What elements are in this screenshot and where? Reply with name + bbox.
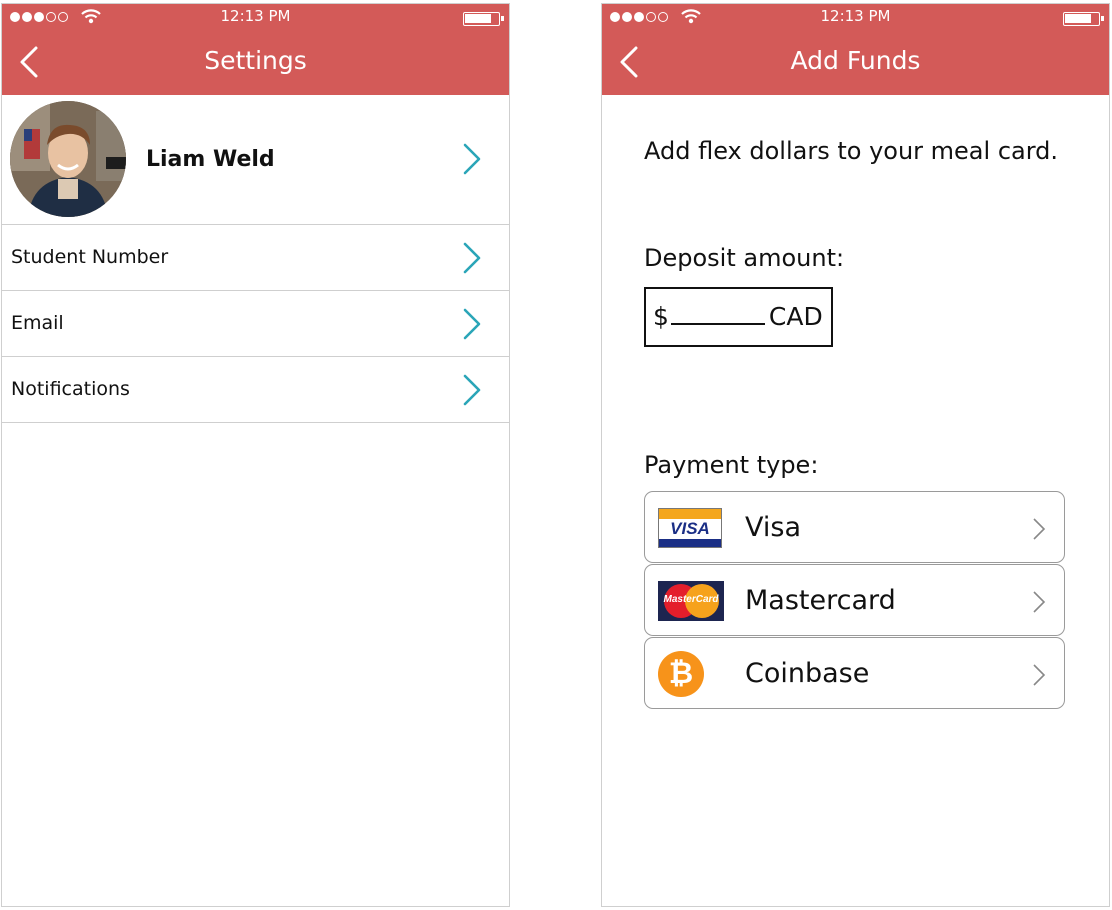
header-bar: 12:13 PM Settings <box>2 4 509 95</box>
payment-type-label: Payment type: <box>644 451 819 479</box>
battery-icon <box>463 12 504 26</box>
battery-icon <box>1063 12 1104 26</box>
payment-option-visa[interactable]: VISA Visa <box>644 491 1065 563</box>
visa-logo-text: VISA <box>670 519 710 538</box>
setting-label: Student Number <box>11 246 169 268</box>
currency-code: CAD <box>768 302 823 331</box>
page-title: Add Funds <box>790 46 921 75</box>
chevron-right-icon <box>1033 664 1046 686</box>
status-bar: 12:13 PM <box>602 4 1109 30</box>
status-time: 12:13 PM <box>220 7 291 25</box>
setting-row-notifications[interactable]: Notifications <box>2 357 509 423</box>
setting-label: Email <box>11 312 64 334</box>
deposit-amount-input[interactable]: $ CAD <box>644 287 833 347</box>
payment-option-label: Visa <box>745 512 801 543</box>
bitcoin-logo-icon: ₿ <box>658 651 704 697</box>
settings-screen: 12:13 PM Settings Liam Weld Student Numb… <box>1 3 510 907</box>
chevron-right-icon <box>1033 518 1046 540</box>
payment-option-label: Mastercard <box>745 585 896 616</box>
mastercard-logo-text: MasterCard <box>663 594 719 605</box>
intro-text: Add flex dollars to your meal card. <box>644 137 1059 165</box>
payment-option-label: Coinbase <box>745 658 870 689</box>
status-time: 12:13 PM <box>820 7 891 25</box>
profile-row[interactable]: Liam Weld <box>2 95 509 225</box>
profile-name: Liam Weld <box>146 147 275 172</box>
chevron-right-icon <box>463 374 481 406</box>
mastercard-logo-icon: MasterCard <box>658 581 724 621</box>
visa-logo-icon: VISA <box>658 508 722 548</box>
add-funds-screen: 12:13 PM Add Funds Add flex dollars to y… <box>601 3 1110 907</box>
amount-blank[interactable] <box>670 302 765 325</box>
chevron-right-icon <box>463 143 481 175</box>
deposit-amount-label: Deposit amount: <box>644 244 845 272</box>
avatar <box>10 101 126 217</box>
setting-row-student-number[interactable]: Student Number <box>2 225 509 291</box>
currency-symbol: $ <box>653 302 669 331</box>
header-bar: 12:13 PM Add Funds <box>602 4 1109 95</box>
chevron-right-icon <box>463 308 481 340</box>
setting-row-email[interactable]: Email <box>2 291 509 357</box>
status-bar: 12:13 PM <box>2 4 509 30</box>
payment-option-mastercard[interactable]: MasterCard Mastercard <box>644 564 1065 636</box>
setting-label: Notifications <box>11 378 130 400</box>
page-title: Settings <box>204 46 307 75</box>
chevron-right-icon <box>1033 591 1046 613</box>
chevron-right-icon <box>463 242 481 274</box>
payment-option-coinbase[interactable]: ₿ Coinbase <box>644 637 1065 709</box>
